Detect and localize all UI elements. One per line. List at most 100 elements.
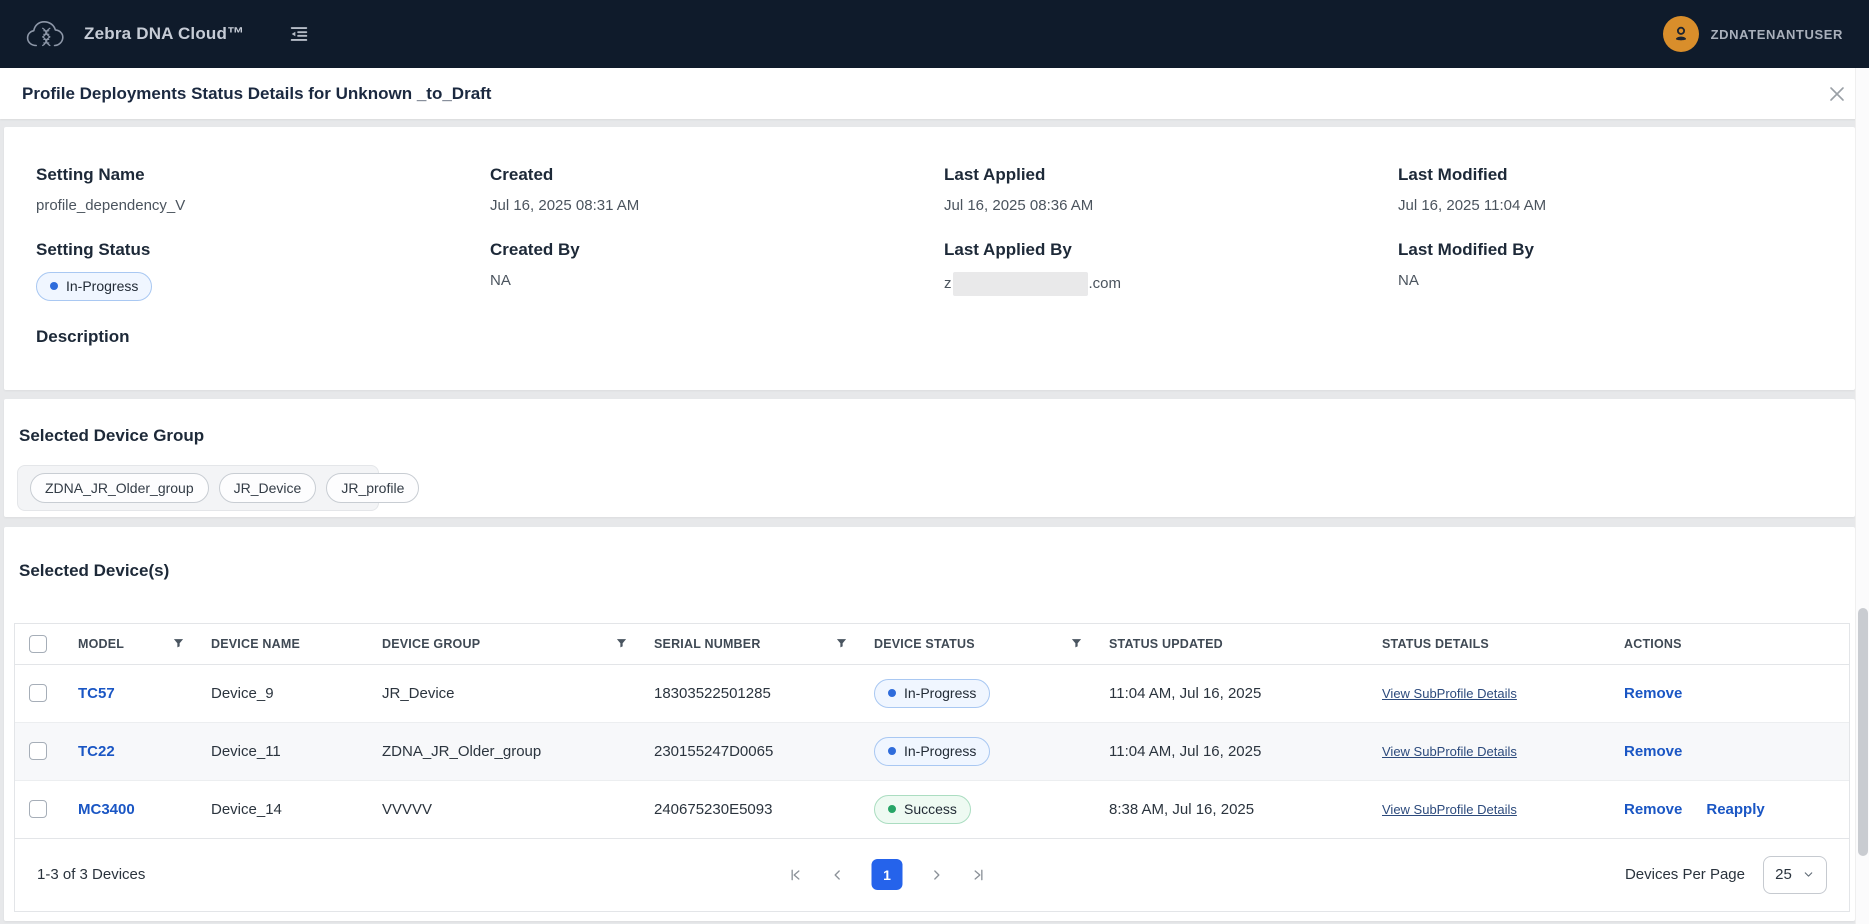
column-header-status-updated: STATUS UPDATED: [1109, 637, 1223, 651]
device-status-badge: In-Progress: [874, 679, 990, 708]
field-description: Description: [36, 327, 490, 359]
column-header-device-status: DEVICE STATUS: [874, 637, 975, 651]
column-header-serial-number: SERIAL NUMBER: [654, 637, 761, 651]
devices-per-page-select[interactable]: 25: [1763, 856, 1827, 894]
app-header: Zebra DNA Cloud™ ZDNATENANTUSER: [0, 0, 1869, 68]
table-header-row: MODEL DEVICE NAME DEVICE GROUP SERIAL NU…: [15, 624, 1849, 664]
page-number-button[interactable]: 1: [872, 859, 903, 890]
selected-device-group-panel: Selected Device Group ZDNA_JR_Older_grou…: [4, 399, 1855, 517]
status-text: In-Progress: [904, 743, 976, 759]
reapply-link[interactable]: Reapply: [1706, 801, 1764, 818]
field-created: Created Jul 16, 2025 08:31 AM: [490, 165, 944, 214]
cloud-dna-logo-icon: [24, 16, 70, 52]
field-last-modified-by: Last Modified By NA: [1398, 240, 1852, 301]
field-label: Last Applied: [944, 165, 1398, 185]
device-group-cell: VVVVV: [368, 780, 640, 838]
column-header-status-details: STATUS DETAILS: [1382, 637, 1489, 651]
device-name-cell: Device_9: [197, 664, 368, 722]
first-page-icon[interactable]: [788, 867, 804, 883]
field-setting-status: Setting Status In-Progress: [36, 240, 490, 301]
serial-number-cell: 240675230E5093: [640, 780, 860, 838]
field-value: NA: [1398, 272, 1852, 289]
field-label: Setting Name: [36, 165, 490, 185]
devices-table: MODEL DEVICE NAME DEVICE GROUP SERIAL NU…: [14, 623, 1850, 912]
devices-per-page-label: Devices Per Page: [1625, 866, 1745, 883]
page-title: Profile Deployments Status Details for U…: [22, 84, 491, 104]
view-subprofile-details-link[interactable]: View SubProfile Details: [1382, 744, 1517, 759]
remove-link[interactable]: Remove: [1624, 743, 1682, 760]
serial-number-cell: 18303522501285: [640, 664, 860, 722]
device-model-link[interactable]: TC57: [78, 685, 115, 702]
row-checkbox[interactable]: [29, 684, 47, 702]
field-last-applied: Last Applied Jul 16, 2025 08:36 AM: [944, 165, 1398, 214]
field-value: NA: [490, 272, 944, 289]
select-all-checkbox[interactable]: [29, 635, 47, 653]
device-model-link[interactable]: TC22: [78, 743, 115, 760]
row-checkbox[interactable]: [29, 742, 47, 760]
filter-icon[interactable]: [615, 637, 628, 650]
pagination-range-text: 1-3 of 3 Devices: [37, 866, 145, 883]
column-header-model: MODEL: [78, 637, 124, 651]
status-updated-cell: 11:04 AM, Jul 16, 2025: [1095, 664, 1368, 722]
status-dot-icon: [888, 805, 896, 813]
field-value: Jul 16, 2025 11:04 AM: [1398, 197, 1852, 214]
status-text: In-Progress: [904, 685, 976, 701]
device-status-badge: In-Progress: [874, 737, 990, 766]
field-label: Created: [490, 165, 944, 185]
remove-link[interactable]: Remove: [1624, 685, 1682, 702]
filter-icon[interactable]: [835, 637, 848, 650]
field-label: Last Modified By: [1398, 240, 1852, 260]
field-label: Description: [36, 327, 490, 347]
section-title: Selected Device Group: [19, 426, 204, 446]
field-setting-name: Setting Name profile_dependency_V: [36, 165, 490, 214]
status-text: In-Progress: [66, 278, 138, 294]
section-title: Selected Device(s): [19, 561, 169, 581]
device-group-cell: ZDNA_JR_Older_group: [368, 722, 640, 780]
filter-icon[interactable]: [172, 637, 185, 650]
column-header-actions: ACTIONS: [1624, 637, 1682, 651]
scrollbar-thumb[interactable]: [1858, 608, 1868, 856]
redacted-text-box: [953, 272, 1088, 296]
next-page-icon[interactable]: [929, 867, 945, 883]
field-label: Setting Status: [36, 240, 490, 260]
view-subprofile-details-link[interactable]: View SubProfile Details: [1382, 686, 1517, 701]
field-label: Created By: [490, 240, 944, 260]
field-label: Last Modified: [1398, 165, 1852, 185]
indent-menu-icon[interactable]: [288, 23, 310, 45]
column-header-device-group: DEVICE GROUP: [382, 637, 480, 651]
status-dot-icon: [888, 689, 896, 697]
close-icon[interactable]: [1823, 80, 1851, 108]
field-created-by: Created By NA: [490, 240, 944, 301]
field-last-modified: Last Modified Jul 16, 2025 11:04 AM: [1398, 165, 1852, 214]
device-model-link[interactable]: MC3400: [78, 801, 135, 818]
device-group-chip[interactable]: JR_profile: [326, 473, 419, 503]
filter-icon[interactable]: [1070, 637, 1083, 650]
per-page-value: 25: [1775, 866, 1792, 883]
field-value: profile_dependency_V: [36, 197, 490, 214]
remove-link[interactable]: Remove: [1624, 801, 1682, 818]
view-subprofile-details-link[interactable]: View SubProfile Details: [1382, 802, 1517, 817]
user-name[interactable]: ZDNATENANTUSER: [1711, 27, 1843, 42]
status-dot-icon: [50, 282, 58, 290]
chevron-down-icon: [1802, 868, 1815, 881]
status-updated-cell: 11:04 AM, Jul 16, 2025: [1095, 722, 1368, 780]
vertical-scrollbar[interactable]: [1855, 68, 1869, 924]
selected-devices-panel: Selected Device(s) MODEL DEVICE NAME DEV…: [4, 527, 1855, 921]
row-checkbox[interactable]: [29, 800, 47, 818]
status-badge: In-Progress: [36, 272, 152, 301]
device-group-chips-container: ZDNA_JR_Older_group JR_Device JR_profile: [17, 465, 379, 511]
app-title: Zebra DNA Cloud™: [84, 24, 244, 44]
field-value: Jul 16, 2025 08:31 AM: [490, 197, 944, 214]
field-value: Jul 16, 2025 08:36 AM: [944, 197, 1398, 214]
title-bar: Profile Deployments Status Details for U…: [0, 68, 1869, 119]
device-row: MC3400 Device_14 VVVVV 240675230E5093 Su…: [15, 780, 1849, 838]
pagination: 1: [788, 859, 987, 890]
last-page-icon[interactable]: [971, 867, 987, 883]
field-value-redacted: z.com: [944, 272, 1398, 296]
device-group-chip[interactable]: JR_Device: [219, 473, 317, 503]
serial-number-cell: 230155247D0065: [640, 722, 860, 780]
prev-page-icon[interactable]: [830, 867, 846, 883]
device-status-badge: Success: [874, 795, 971, 824]
user-avatar[interactable]: [1663, 16, 1699, 52]
device-group-chip[interactable]: ZDNA_JR_Older_group: [30, 473, 209, 503]
